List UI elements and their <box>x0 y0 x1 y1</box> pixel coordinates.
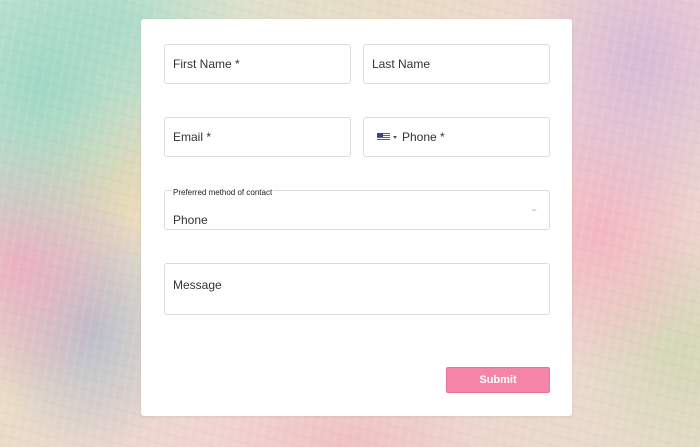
email-field[interactable]: Email * <box>164 117 351 157</box>
first-name-placeholder: First Name * <box>173 57 240 71</box>
us-flag-icon <box>377 133 390 141</box>
last-name-placeholder: Last Name <box>372 57 431 71</box>
preferred-contact-select[interactable]: Preferred method of contact Phone <box>164 188 550 230</box>
chevron-down-icon <box>393 135 397 139</box>
chevron-down-icon <box>531 209 537 212</box>
contact-form-card: First Name * Last Name Email * Phone * P… <box>141 19 572 416</box>
email-placeholder: Email * <box>173 130 212 144</box>
preferred-contact-value: Phone <box>173 213 208 227</box>
first-name-field[interactable]: First Name * <box>164 44 351 84</box>
phone-placeholder: Phone * <box>402 130 445 144</box>
phone-field[interactable]: Phone * <box>363 117 550 157</box>
country-code-selector[interactable] <box>377 133 397 141</box>
submit-button[interactable]: Submit <box>446 367 550 393</box>
message-field[interactable]: Message <box>164 263 550 315</box>
preferred-contact-label: Preferred method of contact <box>172 188 274 198</box>
last-name-field[interactable]: Last Name <box>363 44 550 84</box>
message-placeholder: Message <box>173 278 222 292</box>
